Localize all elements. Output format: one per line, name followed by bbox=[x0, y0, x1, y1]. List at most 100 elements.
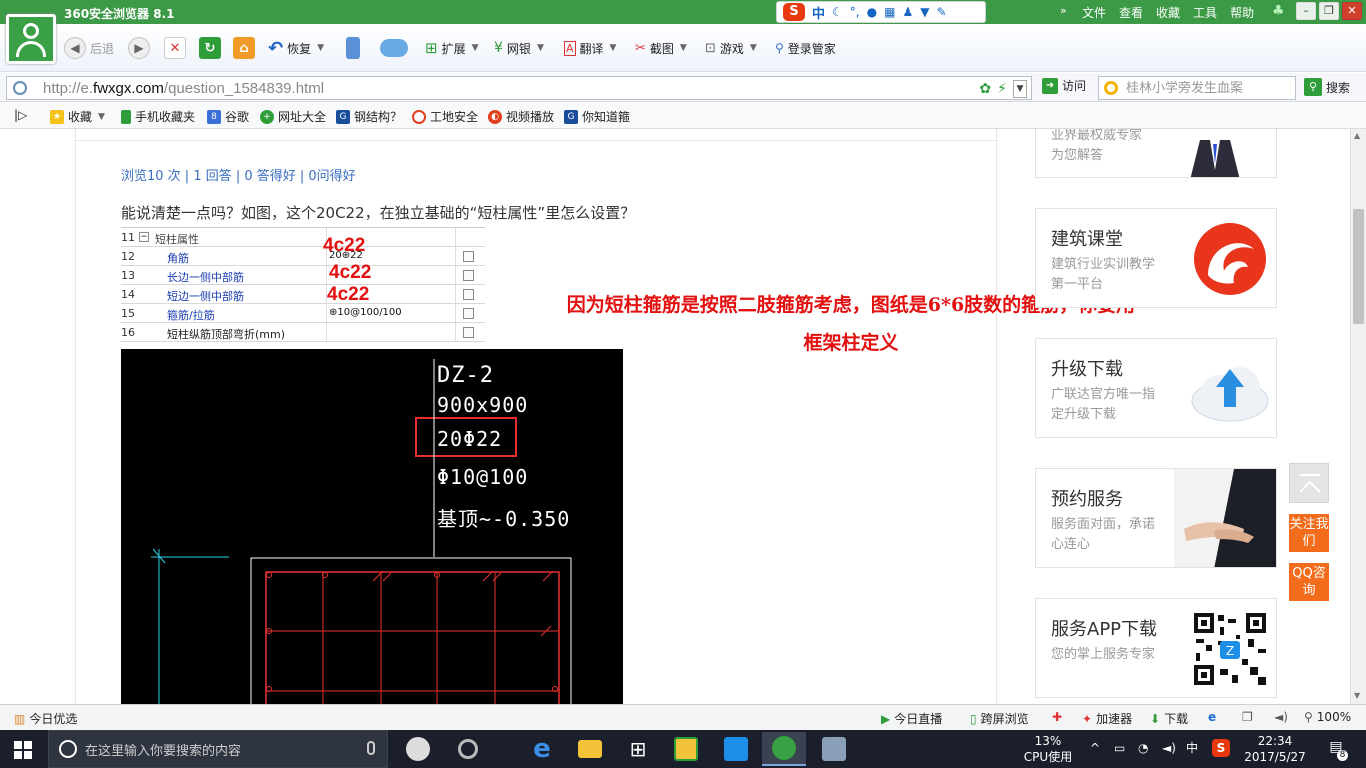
upgrade-download-card[interactable]: 升级下载 广联达官方唯一指定升级下载 bbox=[1035, 338, 1277, 438]
bookmark-google[interactable]: 8 谷歌 bbox=[207, 108, 249, 125]
go-button[interactable]: ➜ 访问 bbox=[1042, 77, 1086, 94]
ie-mode-button[interactable]: e bbox=[1208, 710, 1216, 724]
sogou-tray-icon[interactable]: S bbox=[1212, 739, 1230, 757]
scrollbar-thumb[interactable] bbox=[1353, 209, 1364, 324]
security-check-icon[interactable]: ✿ bbox=[979, 81, 991, 97]
address-dropdown-icon[interactable]: ▼ bbox=[1013, 80, 1027, 98]
window-mode-button[interactable]: ❐ bbox=[1242, 710, 1253, 724]
menu-help[interactable]: 帮助 bbox=[1230, 4, 1254, 21]
taskbar-search[interactable]: 在这里输入你要搜索的内容 bbox=[48, 730, 388, 768]
wifi-icon[interactable]: ◔ bbox=[1138, 740, 1148, 756]
taskbar-app-edge[interactable]: e bbox=[520, 732, 564, 766]
address-bar[interactable]: http://e.fwxgx.com/question_1584839.html… bbox=[6, 76, 1032, 100]
forward-button[interactable]: ▶ bbox=[128, 34, 150, 62]
search-engine-icon[interactable] bbox=[1104, 81, 1118, 95]
battery-icon[interactable]: ▭ bbox=[1114, 740, 1125, 756]
translate-button[interactable]: A 翻译 ▼ bbox=[564, 34, 616, 62]
bookmark-favorites[interactable]: ★ 收藏 ▼ bbox=[50, 108, 105, 125]
speed-mode-icon[interactable]: ⚡ bbox=[997, 81, 1007, 97]
search-input[interactable] bbox=[1126, 80, 1286, 96]
scroll-up-icon[interactable]: ▲ bbox=[1354, 131, 1360, 140]
bookmark-stirrup[interactable]: G 你知道箍 bbox=[564, 108, 630, 125]
login-manager-button[interactable]: ⚲ 登录管家 bbox=[775, 34, 836, 62]
start-button[interactable] bbox=[14, 741, 32, 759]
mic-icon[interactable]: ● bbox=[867, 5, 877, 19]
close-button[interactable]: ✕ bbox=[1342, 2, 1362, 20]
taskbar-app-spiral[interactable] bbox=[446, 732, 490, 766]
bookmark-steel[interactable]: G 钢结构？ bbox=[336, 108, 402, 125]
download-button[interactable]: ⬇ 下载 bbox=[1150, 710, 1188, 727]
menu-tools[interactable]: 工具 bbox=[1193, 4, 1217, 21]
skin-shirt-icon[interactable]: ♣ bbox=[1272, 3, 1285, 19]
bookmark-video[interactable]: ◐ 视频播放 bbox=[488, 108, 554, 125]
taskbar-app-blue[interactable] bbox=[714, 732, 758, 766]
punctuation-icon[interactable]: °, bbox=[850, 5, 860, 19]
clock[interactable]: 22:34 2017/5/27 bbox=[1240, 733, 1310, 765]
taskbar-app-360browser[interactable] bbox=[762, 732, 806, 766]
ime-toolbar[interactable]: S 中 ☾ °, ● ▦ ♟ ▼ ✎ bbox=[776, 1, 986, 23]
notification-center[interactable]: ▤ 8 bbox=[1326, 739, 1348, 761]
user-avatar-button[interactable] bbox=[6, 14, 56, 64]
screenshot-button[interactable]: ✂ 截图 ▼ bbox=[635, 34, 687, 62]
accelerator-button[interactable]: ✦ 加速器 bbox=[1082, 710, 1132, 727]
scroll-down-icon[interactable]: ▼ bbox=[1354, 691, 1360, 700]
skin-icon[interactable]: ▼ bbox=[920, 5, 929, 19]
taskbar-app-photos[interactable] bbox=[396, 732, 440, 766]
search-box[interactable] bbox=[1098, 76, 1296, 100]
building-class-card[interactable]: 建筑课堂 建筑行业实训教学第一平台 bbox=[1035, 208, 1277, 308]
menu-file[interactable]: 文件 bbox=[1082, 4, 1106, 21]
address-tools: ✿ ⚡ ▼ bbox=[979, 80, 1027, 98]
taskbar-app-store[interactable]: ⊞ bbox=[616, 732, 660, 766]
refresh-button[interactable]: ↻ bbox=[199, 34, 221, 62]
bookmark-directory[interactable]: + 网址大全 bbox=[260, 108, 326, 125]
zoom-button[interactable]: ⚲ 100% bbox=[1304, 710, 1351, 724]
wrench-icon[interactable]: ✎ bbox=[936, 5, 946, 19]
volume-button[interactable]: ◄) bbox=[1274, 710, 1288, 724]
more-arrows-icon[interactable]: » bbox=[1060, 4, 1067, 17]
taskbar-app-image[interactable] bbox=[812, 732, 856, 766]
shield-status-button[interactable]: ✚ bbox=[1052, 710, 1062, 724]
url-text[interactable]: http://e.fwxgx.com/question_1584839.html bbox=[43, 80, 324, 97]
cpu-usage[interactable]: 13% CPU使用 bbox=[1020, 733, 1076, 765]
mobile-button[interactable] bbox=[346, 34, 360, 62]
user-icon[interactable]: ♟ bbox=[902, 5, 913, 19]
divider bbox=[455, 304, 456, 322]
qr-code-icon[interactable]: Z bbox=[1192, 611, 1268, 687]
restore-button[interactable]: ↶ 恢复 ▼ bbox=[268, 34, 324, 62]
follow-us-button[interactable]: 关注我们 bbox=[1289, 514, 1329, 552]
expert-card[interactable]: 业界最权威专家 为您解答 bbox=[1035, 129, 1277, 178]
keyboard-icon[interactable]: ▦ bbox=[884, 5, 895, 19]
back-button[interactable]: ◀ 后退 bbox=[64, 34, 114, 62]
microphone-icon[interactable] bbox=[367, 741, 375, 755]
moon-icon[interactable]: ☾ bbox=[832, 5, 843, 19]
taskbar-app-explorer[interactable] bbox=[568, 732, 612, 766]
volume-icon[interactable]: ◄) bbox=[1162, 740, 1176, 756]
tray-show-hidden[interactable]: ^ bbox=[1090, 740, 1100, 756]
app-download-card[interactable]: 服务APP下载 您的掌上服务专家 Z bbox=[1035, 598, 1277, 698]
search-button[interactable]: ⚲ 搜索 bbox=[1304, 78, 1350, 96]
home-button[interactable]: ⌂ bbox=[233, 34, 255, 62]
qq-consult-button[interactable]: QQ咨询 bbox=[1289, 563, 1329, 601]
live-button[interactable]: ▶ 今日直播 bbox=[881, 710, 942, 727]
stop-button[interactable]: ✕ bbox=[164, 34, 186, 62]
back-to-top-button[interactable] bbox=[1289, 463, 1329, 503]
ime-mode[interactable]: 中 bbox=[812, 3, 825, 22]
taskbar-app-notes[interactable] bbox=[664, 732, 708, 766]
page-scrollbar[interactable]: ▲ ▼ bbox=[1350, 129, 1366, 704]
bookmark-mobile[interactable]: 手机收藏夹 bbox=[121, 108, 195, 125]
cloud-button[interactable] bbox=[380, 34, 408, 62]
question-stats[interactable]: 浏览10 次 | 1 回答 | 0 答得好 | 0问得好 bbox=[121, 165, 356, 184]
appointment-card[interactable]: 预约服务 服务面对面，承诺心连心 bbox=[1035, 468, 1277, 568]
today-picks-button[interactable]: ▥ 今日优选 bbox=[14, 710, 77, 727]
bookmark-safety[interactable]: 工地安全 bbox=[412, 108, 478, 125]
sidebar-toggle-button[interactable]: |▷ bbox=[14, 108, 27, 122]
ime-indicator[interactable]: 中 bbox=[1186, 740, 1198, 756]
menu-view[interactable]: 查看 bbox=[1119, 4, 1143, 21]
games-button[interactable]: ⊡ 游戏 ▼ bbox=[705, 34, 757, 62]
menu-favorites[interactable]: 收藏 bbox=[1156, 4, 1180, 21]
bank-button[interactable]: ¥ 网银 ▼ bbox=[494, 34, 544, 62]
minimize-button[interactable]: – bbox=[1296, 2, 1316, 20]
maximize-button[interactable]: ❐ bbox=[1319, 2, 1339, 20]
extensions-button[interactable]: ⊞ 扩展 ▼ bbox=[425, 34, 479, 62]
cross-screen-button[interactable]: ▯ 跨屏浏览 bbox=[970, 710, 1029, 727]
